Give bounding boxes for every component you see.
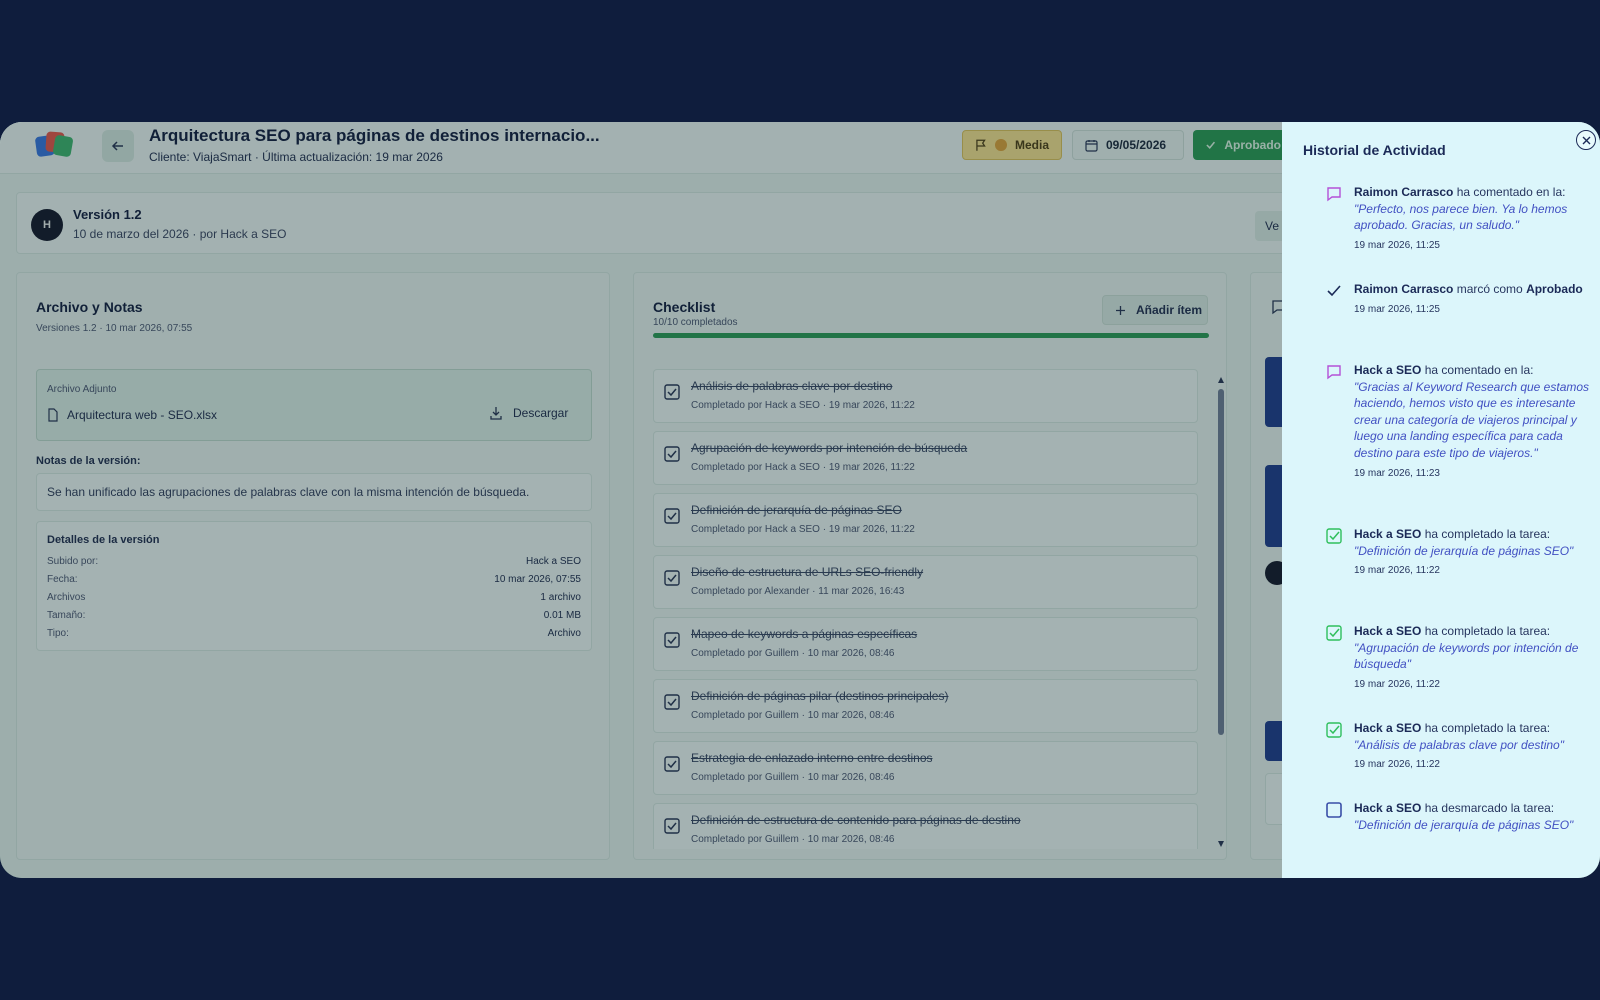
activity-entry: Hack a SEO ha completado la tarea: "Análi…: [1354, 720, 1594, 774]
activity-action: marcó como: [1453, 282, 1527, 296]
check-icon: [1327, 285, 1341, 297]
activity-quote: "Agrupación de keywords por intención de…: [1354, 640, 1579, 672]
activity-quote: "Definición de jerarquía de páginas SEO": [1354, 543, 1574, 558]
activity-timestamp: 19 mar 2026, 11:25: [1354, 303, 1440, 315]
activity-entry: Raimon Carrasco marcó como Aprobado 19 ma…: [1354, 281, 1594, 318]
activity-timestamp: 19 mar 2026, 11:22: [1354, 759, 1440, 771]
activity-entry: Hack a SEO ha desmarcado la tarea: "Defin…: [1354, 800, 1594, 833]
checkbox-empty-icon: [1326, 802, 1342, 818]
activity-action: ha desmarcado la tarea:: [1421, 801, 1555, 815]
activity-quote: "Perfecto, nos parece bien. Ya lo hemos …: [1354, 201, 1568, 233]
activity-actor: Hack a SEO: [1354, 624, 1422, 638]
activity-status: Aprobado: [1526, 282, 1583, 296]
activity-actor: Hack a SEO: [1354, 721, 1422, 735]
activity-timestamp: 19 mar 2026, 11:22: [1354, 678, 1440, 690]
activity-quote: "Definición de jerarquía de páginas SEO": [1354, 817, 1574, 832]
activity-entry: Hack a SEO ha completado la tarea: "Agrup…: [1354, 623, 1594, 693]
activity-drawer: Historial de Actividad Raimon Carrasco h…: [1282, 122, 1600, 878]
comment-icon: [1327, 187, 1341, 202]
checkbox-checked-icon: [1326, 722, 1342, 738]
close-icon: [1582, 136, 1590, 144]
comment-icon: [1327, 365, 1341, 380]
activity-action: ha completado la tarea:: [1421, 527, 1551, 541]
drawer-title: Historial de Actividad: [1303, 142, 1446, 158]
activity-action: ha completado la tarea:: [1421, 624, 1551, 638]
checkbox-checked-icon: [1326, 625, 1342, 641]
activity-entry: Hack a SEO ha completado la tarea: "Defin…: [1354, 526, 1594, 580]
activity-entry: Hack a SEO ha comentado en la: "Gracias a…: [1354, 362, 1594, 482]
activity-action: ha completado la tarea:: [1421, 721, 1551, 735]
activity-quote: "Análisis de palabras clave por destino": [1354, 737, 1564, 752]
activity-timestamp: 19 mar 2026, 11:25: [1354, 239, 1440, 251]
activity-timestamp: 19 mar 2026, 11:22: [1354, 565, 1440, 577]
activity-actor: Hack a SEO: [1354, 527, 1422, 541]
checkbox-checked-icon: [1326, 528, 1342, 544]
activity-timestamp: 19 mar 2026, 11:23: [1354, 467, 1440, 479]
activity-actor: Hack a SEO: [1354, 363, 1422, 377]
activity-actor: Raimon Carrasco: [1354, 185, 1454, 199]
activity-action: ha comentado en la:: [1453, 185, 1566, 199]
close-button[interactable]: [1576, 130, 1596, 150]
app-window: Arquitectura SEO para páginas de destino…: [0, 122, 1600, 878]
activity-action: ha comentado en la:: [1421, 363, 1534, 377]
activity-entry: Raimon Carrasco ha comentado en la: "Perf…: [1354, 184, 1594, 254]
activity-quote: "Gracias al Keyword Research que estamos…: [1354, 379, 1590, 460]
activity-actor: Raimon Carrasco: [1354, 282, 1454, 296]
activity-actor: Hack a SEO: [1354, 801, 1422, 815]
